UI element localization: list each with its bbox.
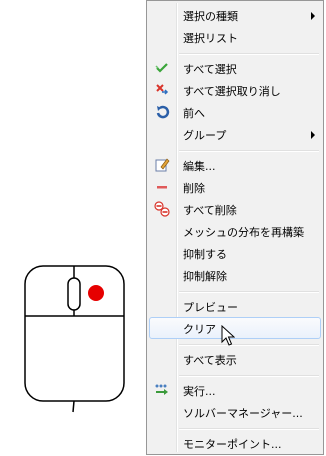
menu-item-selection-list[interactable]: 選択リスト xyxy=(149,26,321,48)
menu-item-unsuppress[interactable]: 抑制解除 xyxy=(149,264,321,286)
menu-item-show-all[interactable]: すべて表示 xyxy=(149,348,321,370)
menu-item-edit[interactable]: 編集... xyxy=(149,154,321,176)
right-button-highlight xyxy=(88,285,104,301)
submenu-arrow-icon xyxy=(311,12,315,20)
undo-arrow-icon xyxy=(156,105,170,119)
menu-item-label: メッシュの分布を再構築 xyxy=(183,226,304,239)
menu-item-rebuild-mesh-distribution[interactable]: メッシュの分布を再構築 xyxy=(149,220,321,242)
menu-item-run[interactable]: 実行... xyxy=(149,379,321,401)
menu-item-label: 選択リスト xyxy=(183,32,238,45)
menu-item-label: モニターポイント... xyxy=(183,438,282,451)
delete-all-icon xyxy=(154,201,170,217)
menu-item-suppress[interactable]: 抑制する xyxy=(149,242,321,264)
run-icon xyxy=(155,384,168,395)
menu-item-solver-manager[interactable]: ソルバーマネージャー... xyxy=(149,401,321,423)
menu-item-preview[interactable]: プレビュー xyxy=(149,295,321,317)
menu-item-label: 削除 xyxy=(183,182,205,195)
mouse-cursor-icon xyxy=(221,325,235,346)
menu-item-delete[interactable]: 削除 xyxy=(149,176,321,198)
menu-separator xyxy=(179,150,319,152)
menu-item-delete-all[interactable]: すべて削除 xyxy=(149,198,321,220)
menu-item-label: 前へ xyxy=(183,107,205,120)
red-cross-icon xyxy=(156,84,169,95)
menu-item-label: ソルバーマネージャー... xyxy=(183,407,303,420)
menu-item-select-all[interactable]: すべて選択 xyxy=(149,57,321,79)
menu-item-label: すべて削除 xyxy=(183,204,237,217)
green-check-icon xyxy=(155,63,168,73)
menu-separator xyxy=(179,291,319,293)
menu-separator xyxy=(179,53,319,55)
menu-item-label: すべて表示 xyxy=(183,354,237,367)
menu-item-label: グループ xyxy=(183,129,227,142)
menu-item-label: 抑制する xyxy=(183,248,227,261)
menu-separator xyxy=(179,428,319,430)
menu-separator xyxy=(179,344,319,346)
menu-item-label: 実行... xyxy=(183,385,216,398)
menu-item-label: プレビュー xyxy=(183,301,238,314)
menu-item-deselect-all[interactable]: すべて選択取り消し xyxy=(149,79,321,101)
menu-item-label: クリア xyxy=(183,323,216,336)
edit-note-icon xyxy=(155,158,170,172)
menu-item-label: 抑制解除 xyxy=(183,270,227,283)
menu-item-monitor-point[interactable]: モニターポイント... xyxy=(149,432,321,454)
menu-item-selection-type[interactable]: 選択の種類 xyxy=(149,4,321,26)
menu-item-label: すべて選択取り消し xyxy=(183,85,281,98)
menu-item-label: 編集... xyxy=(183,160,216,173)
minus-icon xyxy=(157,186,167,189)
submenu-arrow-icon xyxy=(311,131,315,139)
menu-item-previous[interactable]: 前へ xyxy=(149,101,321,123)
menu-item-group[interactable]: グループ xyxy=(149,123,321,145)
right-click-mouse-icon xyxy=(24,265,125,413)
menu-item-label: 選択の種類 xyxy=(183,10,238,23)
menu-item-label: すべて選択 xyxy=(183,63,237,76)
context-menu: 選択の種類 選択リスト すべて選択 すべて選択取り消し 前へ グループ 編集..… xyxy=(146,0,324,455)
menu-item-clear[interactable]: クリア xyxy=(149,317,321,339)
menu-separator xyxy=(179,375,319,377)
